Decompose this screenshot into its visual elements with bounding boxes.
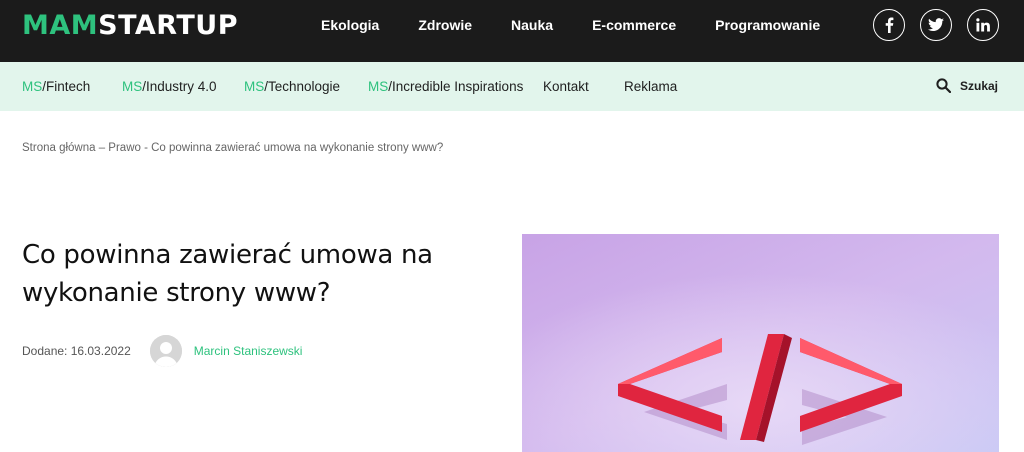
subnav-label: /Fintech xyxy=(42,79,91,94)
nav-nauka[interactable]: Nauka xyxy=(511,17,553,33)
ms-prefix: MS xyxy=(244,79,265,94)
linkedin-icon[interactable] xyxy=(967,9,999,41)
subnav-kontakt[interactable]: Kontakt xyxy=(543,79,589,94)
subnav-inspirations[interactable]: MS/Incredible Inspirations xyxy=(368,79,523,94)
social-links xyxy=(873,9,999,41)
publish-date: Dodane: 16.03.2022 xyxy=(22,344,131,358)
subnav-label: /Industry 4.0 xyxy=(142,79,217,94)
subnav-label: /Incredible Inspirations xyxy=(388,79,524,94)
breadcrumb[interactable]: Strona główna – Prawo - Co powinna zawie… xyxy=(22,142,443,154)
ms-prefix: MS xyxy=(122,79,143,94)
ms-prefix: MS xyxy=(368,79,389,94)
subnav-reklama[interactable]: Reklama xyxy=(624,79,677,94)
nav-zdrowie[interactable]: Zdrowie xyxy=(418,17,472,33)
category-nav: MS/Fintech MS/Industry 4.0 MS/Technologi… xyxy=(0,62,1024,111)
top-bar: MAMSTARTUP Ekologia Zdrowie Nauka E-comm… xyxy=(0,0,1024,62)
site-logo[interactable]: MAMSTARTUP xyxy=(22,10,238,42)
twitter-icon[interactable] xyxy=(920,9,952,41)
main-nav: Ekologia Zdrowie Nauka E-commerce Progra… xyxy=(321,0,859,50)
logo-part-2: STARTUP xyxy=(98,10,239,41)
facebook-icon[interactable] xyxy=(873,9,905,41)
subnav-label: /Technologie xyxy=(264,79,341,94)
subnav-technologie[interactable]: MS/Technologie xyxy=(244,79,340,94)
nav-ecommerce[interactable]: E-commerce xyxy=(592,17,676,33)
logo-part-1: MAM xyxy=(22,10,99,41)
search-icon xyxy=(936,78,951,93)
subnav-industry[interactable]: MS/Industry 4.0 xyxy=(122,79,217,94)
hero-image xyxy=(522,234,999,452)
article-title: Co powinna zawierać umowa na wykonanie s… xyxy=(22,240,433,308)
ms-prefix: MS xyxy=(22,79,43,94)
author-link[interactable]: Marcin Staniszewski xyxy=(194,344,303,358)
article-meta: Dodane: 16.03.2022 Marcin Staniszewski xyxy=(22,335,302,367)
search-button[interactable]: Szukaj xyxy=(936,78,998,93)
nav-programowanie[interactable]: Programowanie xyxy=(715,17,820,33)
avatar[interactable] xyxy=(149,335,182,367)
search-label: Szukaj xyxy=(959,78,998,93)
subnav-fintech[interactable]: MS/Fintech xyxy=(22,79,90,94)
nav-ekologia[interactable]: Ekologia xyxy=(321,17,379,33)
